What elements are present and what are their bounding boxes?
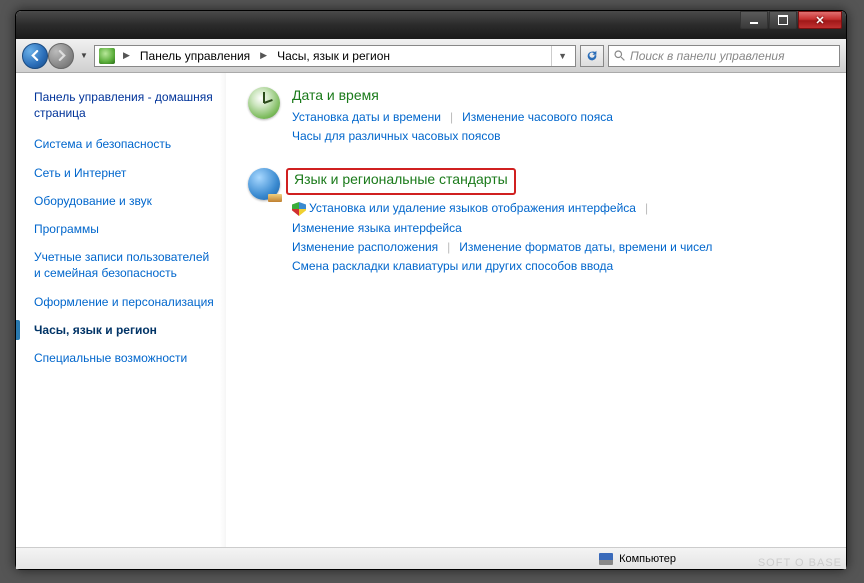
clock-icon <box>248 87 280 119</box>
control-panel-window: ▼ ▶ Панель управления ▶ Часы, язык и рег… <box>15 10 847 570</box>
titlebar[interactable] <box>16 11 846 39</box>
link-change-formats[interactable]: Изменение форматов даты, времени и чисел <box>459 238 712 257</box>
link-change-timezone[interactable]: Изменение часового пояса <box>462 108 613 127</box>
status-bar: Компьютер <box>16 547 846 569</box>
sidebar-item-accounts[interactable]: Учетные записи пользователей и семейная … <box>34 244 214 286</box>
link-additional-clocks[interactable]: Часы для различных часовых поясов <box>292 127 501 146</box>
search-placeholder: Поиск в панели управления <box>630 49 785 63</box>
sidebar-item-accessibility[interactable]: Специальные возможности <box>34 345 214 371</box>
sidebar-item-hardware[interactable]: Оборудование и звук <box>34 188 214 214</box>
nav-arrows <box>22 43 74 69</box>
status-computer-label: Компьютер <box>619 553 676 565</box>
back-button[interactable] <box>22 43 48 69</box>
window-body: Панель управления - домашняя страница Си… <box>16 73 846 547</box>
section-title-region-language[interactable]: Язык и региональные стандарты <box>294 171 508 187</box>
close-button[interactable] <box>798 11 842 29</box>
sidebar-item-appearance[interactable]: Оформление и персонализация <box>34 289 214 315</box>
minimize-button[interactable] <box>740 11 768 29</box>
globe-icon <box>248 168 280 200</box>
sidebar-item-system[interactable]: Система и безопасность <box>34 131 214 157</box>
computer-icon <box>599 553 613 565</box>
nav-history-dropdown[interactable]: ▼ <box>78 45 90 67</box>
sidebar-item-programs[interactable]: Программы <box>34 216 214 242</box>
link-change-location[interactable]: Изменение расположения <box>292 238 438 257</box>
section-date-time: Дата и время Установка даты и времени | … <box>248 87 824 146</box>
sidebar: Панель управления - домашняя страница Си… <box>16 73 226 547</box>
sidebar-item-clock-region[interactable]: Часы, язык и регион <box>34 317 214 343</box>
sidebar-item-network[interactable]: Сеть и Интернет <box>34 160 214 186</box>
breadcrumb-current[interactable]: Часы, язык и регион <box>273 47 394 65</box>
link-install-display-languages[interactable]: Установка или удаление языков отображени… <box>309 199 636 218</box>
link-set-date-time[interactable]: Установка даты и времени <box>292 108 441 127</box>
maximize-button[interactable] <box>769 11 797 29</box>
shield-icon <box>292 202 306 216</box>
refresh-button[interactable] <box>580 45 604 67</box>
search-icon <box>613 49 626 62</box>
search-box[interactable]: Поиск в панели управления <box>608 45 840 67</box>
watermark: SOFT O BASE <box>758 557 842 569</box>
control-panel-icon <box>99 48 115 64</box>
section-title-date-time[interactable]: Дата и время <box>292 87 379 103</box>
sidebar-home-link[interactable]: Панель управления - домашняя страница <box>34 89 214 121</box>
highlight-box: Язык и региональные стандарты <box>286 168 516 195</box>
section-region-language: Язык и региональные стандарты Установка … <box>248 168 824 276</box>
content-pane: Дата и время Установка даты и времени | … <box>226 73 846 547</box>
navigation-bar: ▼ ▶ Панель управления ▶ Часы, язык и рег… <box>16 39 846 73</box>
breadcrumb-separator: ▶ <box>256 50 271 61</box>
link-change-keyboard[interactable]: Смена раскладки клавиатуры или других сп… <box>292 257 613 276</box>
address-bar[interactable]: ▶ Панель управления ▶ Часы, язык и регио… <box>94 45 576 67</box>
address-dropdown[interactable]: ▼ <box>551 46 573 66</box>
breadcrumb-root[interactable]: Панель управления <box>136 47 254 65</box>
forward-button[interactable] <box>48 43 74 69</box>
breadcrumb-separator: ▶ <box>119 50 134 61</box>
link-change-display-language[interactable]: Изменение языка интерфейса <box>292 219 462 238</box>
